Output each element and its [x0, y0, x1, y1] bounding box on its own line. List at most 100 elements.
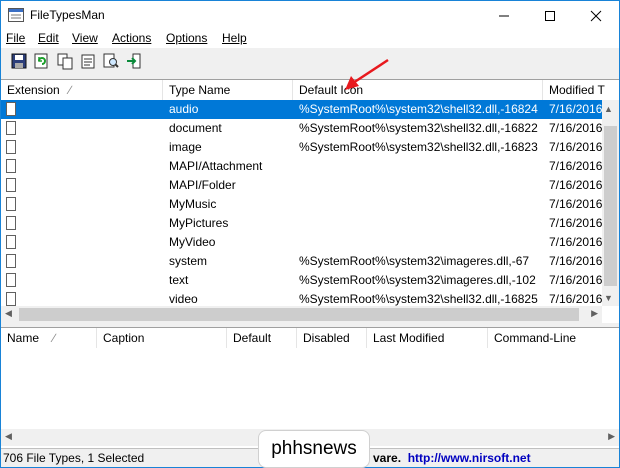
table-row[interactable]: MyMusic 7/16/2016: [1, 195, 604, 214]
col-default-icon-header[interactable]: Default Icon: [293, 80, 543, 100]
file-icon: [6, 102, 16, 116]
table-row[interactable]: text %SystemRoot%\system32\imageres.dll,-…: [1, 271, 604, 290]
menu-view[interactable]: View: [72, 31, 98, 45]
file-icon: [6, 292, 16, 306]
file-icon: [6, 159, 16, 173]
find-icon[interactable]: [102, 52, 120, 70]
file-icon: [6, 140, 16, 154]
scroll-right-arrow-icon[interactable]: ▶: [608, 431, 615, 442]
cell-default-icon: %SystemRoot%\system32\shell32.dll,-16822: [299, 121, 538, 135]
file-icon: [6, 216, 16, 230]
menu-help-label: Help: [222, 31, 247, 45]
menu-options[interactable]: Options: [166, 31, 207, 45]
menu-edit-label: Edit: [38, 31, 59, 45]
menu-bar: File Edit View Actions Options Help: [1, 30, 619, 48]
cell-type-name: MAPI/Folder: [169, 178, 236, 192]
table-row[interactable]: MyPictures 7/16/2016: [1, 214, 604, 233]
menu-actions[interactable]: Actions: [112, 31, 151, 45]
scroll-left-arrow-icon[interactable]: ◀: [5, 308, 12, 319]
table-row[interactable]: document %SystemRoot%\system32\shell32.dl…: [1, 119, 604, 138]
cell-modified: 7/16/2016: [549, 254, 603, 268]
col-name-label: Name: [7, 331, 40, 345]
menu-view-label: View: [72, 31, 98, 45]
table-row[interactable]: audio %SystemRoot%\system32\shell32.dll,-…: [1, 100, 604, 119]
col-extension-header[interactable]: Extension ∕: [1, 80, 163, 100]
cell-modified: 7/16/2016: [549, 273, 603, 287]
col-caption-label: Caption: [103, 331, 145, 345]
file-icon: [6, 273, 16, 287]
cell-modified: 7/16/2016: [549, 178, 603, 192]
nirsoft-link[interactable]: http://www.nirsoft.net: [408, 451, 531, 465]
col-caption-header[interactable]: Caption: [97, 328, 227, 348]
col-name-header[interactable]: Name ∕: [1, 328, 97, 348]
cell-type-name: MyMusic: [169, 197, 217, 211]
minimize-button[interactable]: [481, 1, 527, 30]
menu-file-label: File: [6, 31, 26, 45]
cell-type-name: audio: [169, 102, 199, 116]
cell-type-name: image: [169, 140, 202, 154]
file-icon: [6, 254, 16, 268]
minimize-icon: [499, 15, 509, 16]
menu-file[interactable]: File: [6, 31, 25, 45]
scroll-right-arrow-icon[interactable]: ▶: [591, 308, 598, 319]
cell-modified: 7/16/2016: [549, 102, 603, 116]
cell-default-icon: %SystemRoot%\system32\shell32.dll,-16823: [299, 140, 538, 154]
sort-indicator-icon: ∕: [69, 83, 72, 97]
scroll-up-arrow-icon[interactable]: ▲: [604, 104, 613, 114]
table-row[interactable]: MAPI/Folder 7/16/2016: [1, 176, 604, 195]
cell-modified: 7/16/2016: [549, 159, 603, 173]
cell-modified: 7/16/2016: [549, 140, 603, 154]
cell-modified: 7/16/2016: [549, 235, 603, 249]
status-count: 706 File Types, 1 Selected: [3, 451, 145, 465]
cell-type-name: MyPictures: [169, 216, 229, 230]
cell-default-icon: %SystemRoot%\system32\shell32.dll,-16824: [299, 102, 538, 116]
hscroll-thumb[interactable]: [19, 308, 579, 321]
col-default-header[interactable]: Default: [227, 328, 297, 348]
cell-modified: 7/16/2016: [549, 216, 603, 230]
table-row[interactable]: MAPI/Attachment 7/16/2016: [1, 157, 604, 176]
cell-modified: 7/16/2016: [549, 121, 603, 135]
scroll-thumb[interactable]: [604, 126, 617, 286]
save-icon[interactable]: [10, 52, 28, 70]
properties-icon[interactable]: [79, 52, 97, 70]
table-row[interactable]: MyVideo 7/16/2016: [1, 233, 604, 252]
cell-default-icon: %SystemRoot%\system32\imageres.dll,-102: [299, 273, 536, 287]
col-command-line-label: Command-Line: [494, 331, 577, 345]
col-type-name-label: Type Name: [169, 83, 231, 97]
app-icon: [8, 8, 24, 22]
cell-default-icon: %SystemRoot%\system32\imageres.dll,-67: [299, 254, 530, 268]
col-last-modified-header[interactable]: Last Modified: [367, 328, 488, 348]
menu-help[interactable]: Help: [222, 31, 247, 45]
scroll-down-arrow-icon[interactable]: ▼: [604, 293, 613, 303]
col-disabled-header[interactable]: Disabled: [297, 328, 367, 348]
close-icon: [590, 10, 602, 21]
close-button[interactable]: [573, 1, 619, 30]
copy-icon[interactable]: [56, 52, 74, 70]
col-disabled-label: Disabled: [303, 331, 350, 345]
cell-type-name: system: [169, 254, 208, 268]
menu-actions-label: Actions: [112, 31, 152, 45]
menu-edit[interactable]: Edit: [38, 31, 59, 45]
cell-type-name: document: [169, 121, 222, 135]
top-horizontal-scrollbar[interactable]: ◀ ▶: [1, 306, 602, 323]
maximize-icon: [545, 10, 555, 21]
file-icon: [6, 197, 16, 211]
file-types-list[interactable]: Extension ∕ Type Name Default Icon Modif…: [1, 58, 619, 323]
table-row[interactable]: image %SystemRoot%\system32\shell32.dll,-…: [1, 138, 604, 157]
exit-icon[interactable]: [125, 52, 143, 70]
top-vertical-scrollbar[interactable]: ▲ ▼: [602, 100, 619, 306]
col-type-name-header[interactable]: Type Name: [163, 80, 293, 100]
refresh-icon[interactable]: [33, 52, 51, 70]
scroll-left-arrow-icon[interactable]: ◀: [5, 431, 12, 442]
table-row[interactable]: system %SystemRoot%\system32\imageres.dll…: [1, 252, 604, 271]
col-modified-label: Modified T: [549, 83, 605, 97]
annotation-arrow-icon: [345, 58, 389, 90]
window-title: FileTypesMan: [30, 8, 105, 22]
file-icon: [6, 235, 16, 249]
col-command-line-header[interactable]: Command-Line: [488, 328, 619, 348]
cell-modified: 7/16/2016: [549, 197, 603, 211]
cell-type-name: text: [169, 273, 189, 287]
maximize-button[interactable]: [527, 1, 573, 30]
file-icon: [6, 178, 16, 192]
col-modified-header[interactable]: Modified T: [543, 80, 619, 100]
